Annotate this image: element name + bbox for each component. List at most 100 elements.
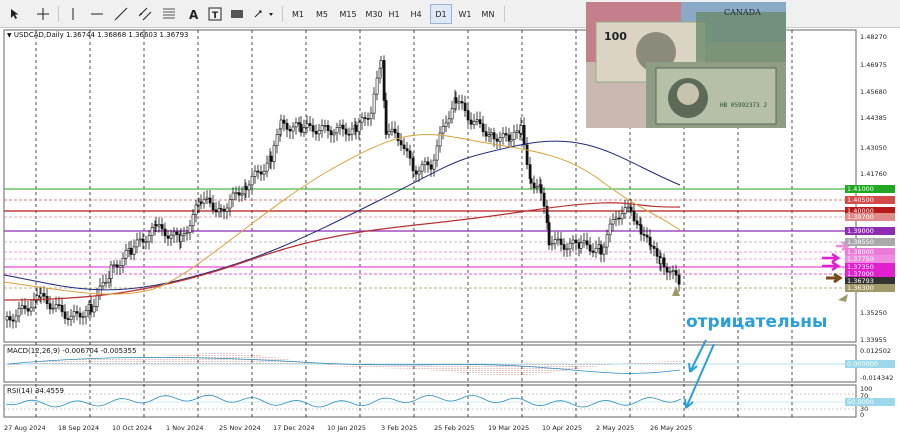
- candle-body: [332, 132, 336, 136]
- timeframe-m15[interactable]: M15: [335, 4, 361, 24]
- candle-body: [350, 128, 354, 135]
- candle-body: [626, 206, 630, 209]
- cursor-icon[interactable]: [6, 4, 24, 24]
- candle-body: [341, 124, 345, 130]
- date-tick-label: 3 Feb 2025: [381, 424, 418, 432]
- candle-body: [420, 164, 424, 172]
- macd-header: MACD(12,26,9) -0.006704 -0.005355: [7, 347, 137, 355]
- candle-body: [369, 112, 373, 120]
- candle-body: [89, 304, 93, 313]
- date-tick-label: 10 Oct 2024: [112, 424, 153, 432]
- candle-body: [519, 125, 523, 134]
- candle-body: [591, 250, 595, 253]
- candle-body: [219, 208, 223, 210]
- candle-body: [432, 159, 436, 170]
- candle-body: [379, 60, 383, 69]
- horizontal-line-icon[interactable]: [88, 4, 106, 24]
- crosshair-icon[interactable]: [34, 4, 52, 24]
- candle-body: [478, 119, 482, 125]
- candle-body: [121, 257, 125, 267]
- price-tick-label: 1.35250: [860, 309, 887, 317]
- candle-body: [429, 164, 433, 170]
- date-tick-label: 1 Nov 2024: [166, 424, 204, 432]
- candle-body: [42, 293, 46, 297]
- candle-body: [441, 126, 445, 134]
- timeframe-h1[interactable]: H1: [383, 4, 405, 24]
- candle-body: [234, 192, 238, 194]
- candle-body: [423, 161, 427, 166]
- candle-body: [649, 244, 653, 247]
- candle-body: [489, 132, 493, 135]
- price-level-tag: 1.39700: [845, 213, 895, 221]
- price-level-tag: 1.36300: [845, 284, 895, 292]
- vertical-line-icon[interactable]: [64, 4, 82, 24]
- candle-body: [323, 125, 327, 127]
- candle-body: [450, 108, 454, 120]
- price-tick-label: 1.41760: [860, 170, 887, 178]
- fibonacci-icon[interactable]: [160, 4, 178, 24]
- candle-body: [29, 307, 33, 312]
- text-label-icon[interactable]: T: [206, 4, 224, 24]
- candle-body: [525, 144, 529, 165]
- candle-body: [338, 124, 342, 128]
- timeframe-m5[interactable]: M5: [311, 4, 333, 24]
- candle-body: [185, 232, 189, 234]
- price-level-tag: 1.41000: [845, 185, 895, 193]
- timeframe-mn[interactable]: MN: [476, 4, 500, 24]
- macd-tick-label: -0.014342: [860, 374, 894, 382]
- candle-body: [138, 238, 142, 241]
- candle-body: [659, 257, 663, 265]
- candle-body: [585, 240, 589, 246]
- toolbar-separator: [504, 6, 505, 22]
- candle-body: [509, 139, 513, 142]
- banknote-country: CANADA: [724, 8, 761, 17]
- candle-body: [372, 93, 376, 114]
- candle-body: [302, 127, 306, 133]
- candle-body: [384, 100, 388, 135]
- candle-body: [354, 124, 358, 132]
- timeframe-d1[interactable]: D1: [430, 4, 452, 24]
- candle-body: [677, 274, 681, 285]
- candle-body: [48, 303, 52, 310]
- timeframe-h4[interactable]: H4: [405, 4, 427, 24]
- timeframe-w1[interactable]: W1: [454, 4, 476, 24]
- candle-body: [611, 219, 615, 225]
- trendline-icon[interactable]: [112, 4, 130, 24]
- candle-body: [118, 265, 122, 268]
- candle-body: [54, 304, 58, 309]
- candle-body: [417, 170, 421, 175]
- banknote-denomination: 100: [604, 30, 627, 43]
- candle-body: [60, 305, 64, 313]
- candle-body: [535, 186, 539, 189]
- candle-body: [435, 145, 439, 161]
- candle-body: [454, 97, 458, 104]
- candle-body: [617, 217, 621, 220]
- candle-body: [360, 117, 364, 123]
- candle-body: [320, 125, 324, 131]
- channel-icon[interactable]: [136, 4, 154, 24]
- candle-body: [194, 204, 198, 215]
- candle-body: [599, 244, 603, 255]
- candle-body: [602, 246, 606, 255]
- candle-body: [208, 197, 212, 204]
- text-tool-icon[interactable]: A: [184, 4, 202, 24]
- candle-body: [188, 225, 192, 233]
- timeframe-m1[interactable]: M1: [287, 4, 309, 24]
- candle-body: [269, 155, 273, 162]
- candle-body: [375, 77, 379, 95]
- candle-body: [141, 238, 145, 243]
- candle-body: [475, 119, 479, 122]
- candle-body: [282, 119, 286, 124]
- candle-body: [265, 162, 269, 172]
- macd-tick-label: 0.012502: [860, 347, 892, 355]
- candle-body: [620, 213, 624, 220]
- price-level-tag: 1.38550: [845, 238, 895, 246]
- arrows-dropdown-icon[interactable]: [252, 4, 276, 24]
- candle-body: [95, 295, 99, 307]
- candle-body: [112, 264, 116, 267]
- rectangle-icon[interactable]: [228, 4, 246, 24]
- candle-body: [642, 233, 646, 236]
- candle-body: [655, 248, 659, 257]
- candle-body: [124, 250, 128, 259]
- candle-body: [107, 278, 111, 283]
